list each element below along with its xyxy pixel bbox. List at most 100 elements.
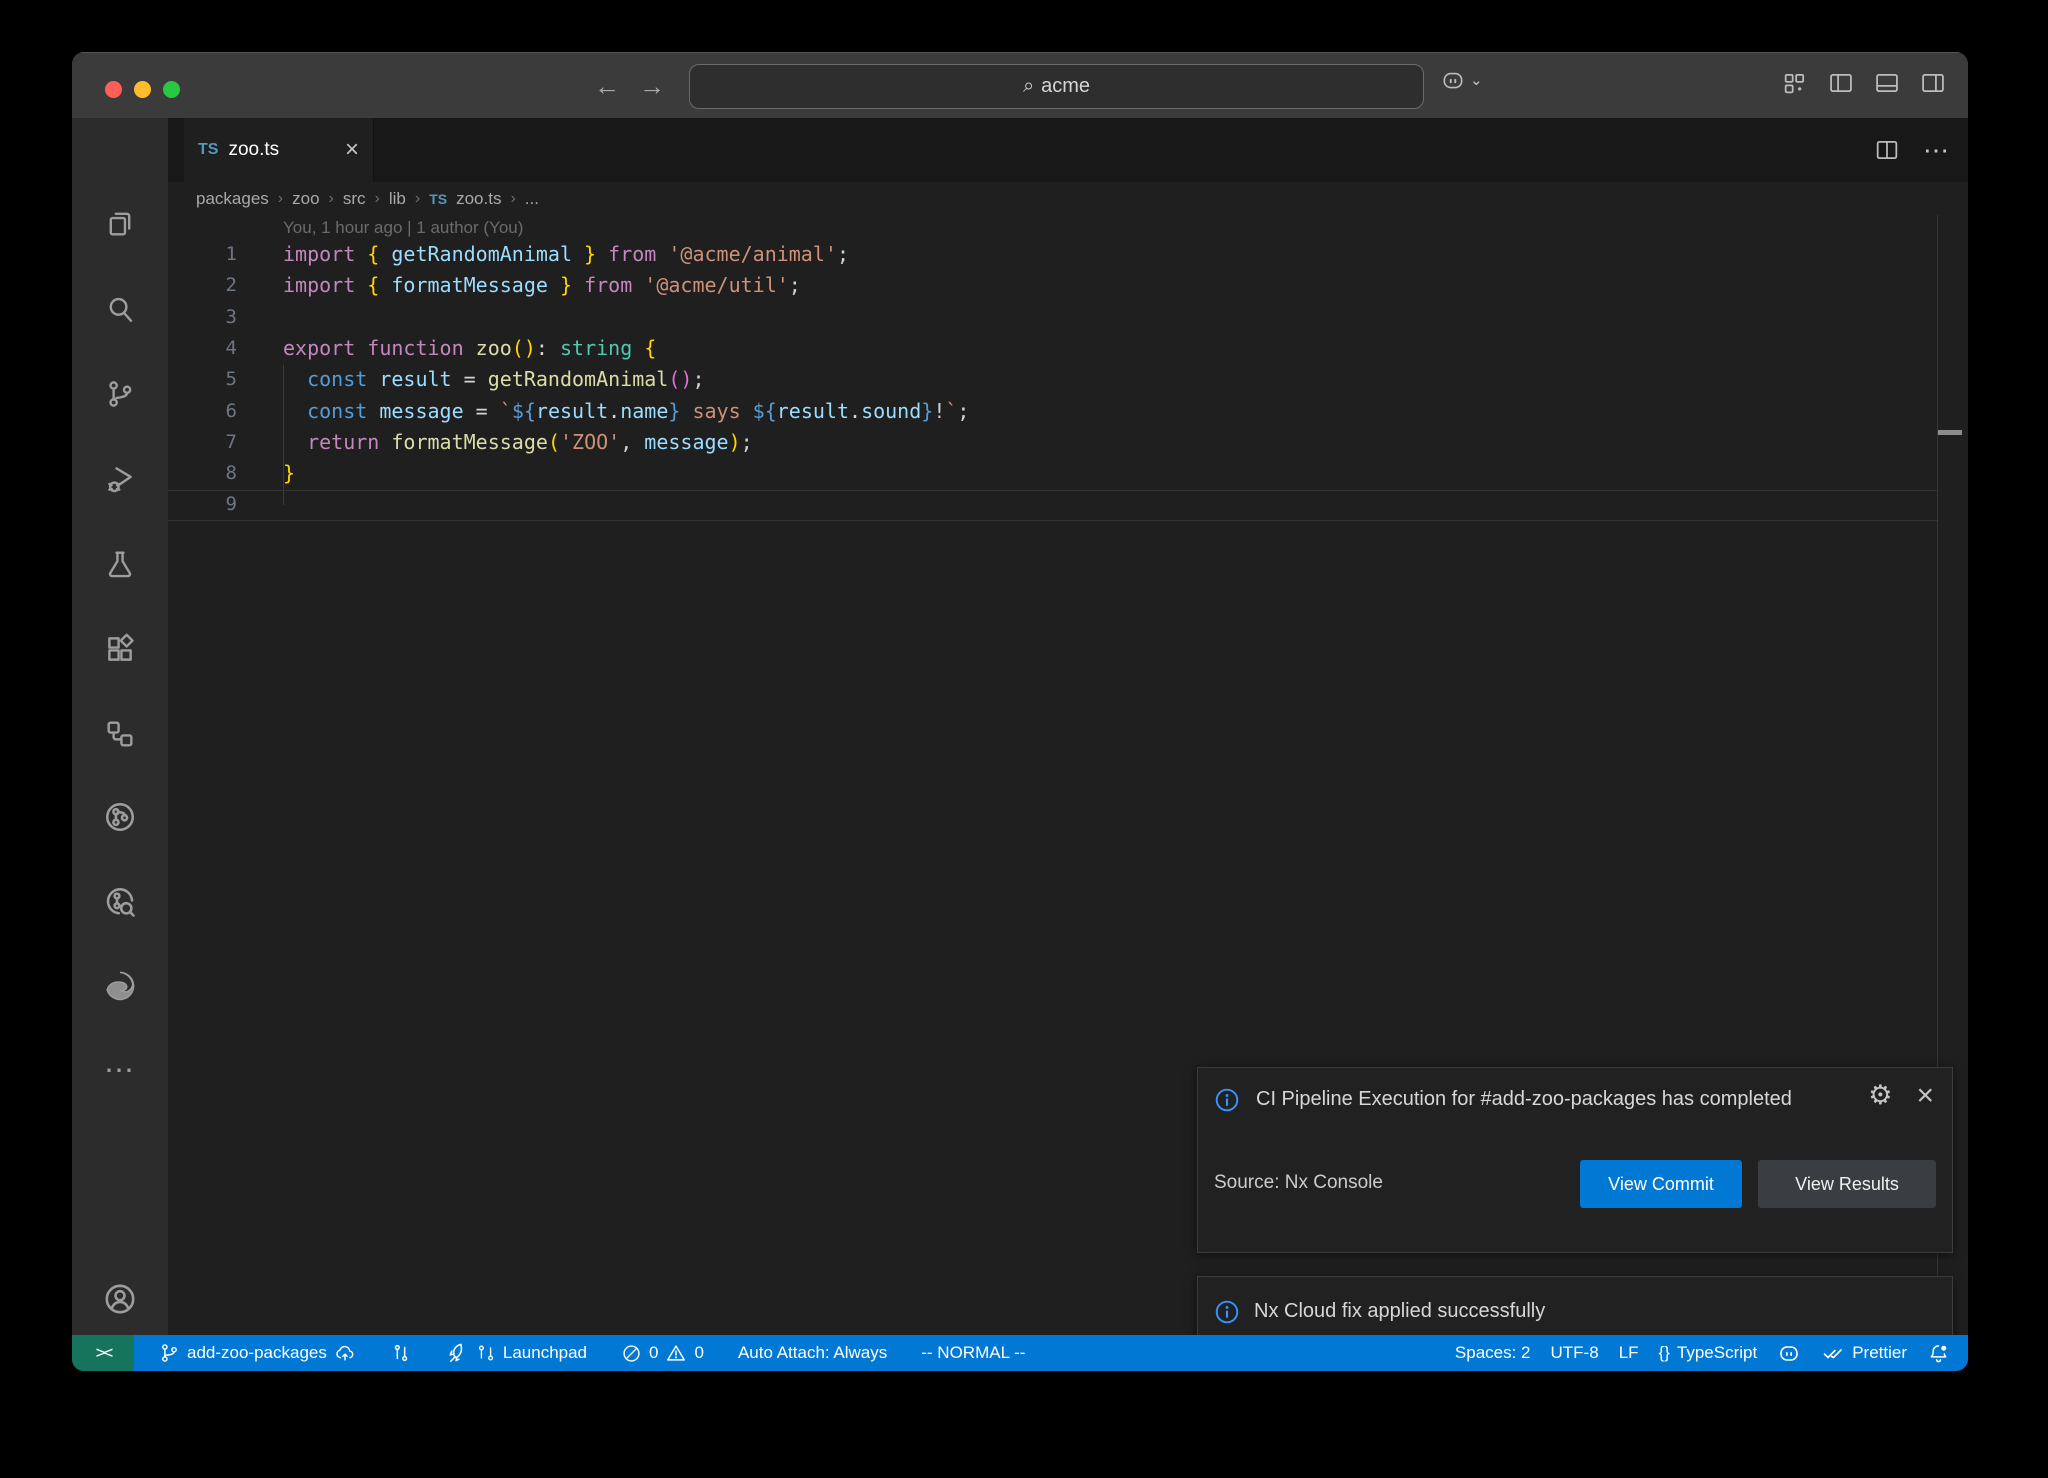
language-status-item[interactable]: {} TypeScript	[1649, 1335, 1768, 1371]
notifications-bell[interactable]	[1917, 1335, 1960, 1371]
info-icon	[1214, 1087, 1240, 1113]
double-check-icon	[1821, 1341, 1845, 1365]
line-number[interactable]: 7	[168, 427, 237, 458]
breadcrumb-separator: ›	[510, 190, 515, 208]
breadcrumb: packages › zoo › src › lib › TS zoo.ts ›…	[168, 182, 1968, 215]
gitlens-icon	[102, 799, 138, 835]
editor-more-actions-icon[interactable]: ⋯	[1923, 135, 1950, 166]
copilot-icon	[1777, 1341, 1801, 1365]
breadcrumb-separator: ›	[278, 190, 283, 208]
sidebar-item-additional-views[interactable]: ⋯	[72, 1045, 168, 1095]
line-number[interactable]: 4	[168, 333, 237, 364]
macos-close-button[interactable]	[105, 81, 122, 98]
eol-label: LF	[1619, 1343, 1639, 1363]
launchpad-status-item[interactable]: Launchpad	[436, 1335, 597, 1371]
code-line[interactable]	[283, 302, 1968, 333]
auto-attach-status-item[interactable]: Auto Attach: Always	[728, 1335, 897, 1371]
tab-close-icon[interactable]: ×	[345, 138, 359, 162]
problems-status-item[interactable]: 0 0	[611, 1335, 714, 1371]
prettier-status-item[interactable]: Prettier	[1811, 1335, 1917, 1371]
line-number[interactable]: 8	[168, 458, 237, 489]
more-icon: ⋯	[104, 1053, 136, 1088]
rocket-icon	[446, 1342, 469, 1365]
notification-source: Source: Nx Console	[1214, 1172, 1383, 1194]
sidebar-item-testing[interactable]	[72, 539, 168, 589]
toggle-primary-sidebar-icon[interactable]	[1826, 69, 1856, 97]
command-center-search[interactable]: ⌕ acme	[689, 64, 1424, 109]
line-number[interactable]: 6	[168, 396, 237, 427]
sidebar-item-explorer[interactable]	[72, 198, 168, 248]
sidebar-item-gitlens[interactable]	[72, 792, 168, 842]
spaces-label: Spaces: 2	[1455, 1343, 1531, 1363]
code-line[interactable]: const result = getRandomAnimal();	[283, 364, 1968, 395]
customize-layout-icon[interactable]	[1780, 69, 1810, 97]
vim-mode-status-item[interactable]: -- NORMAL --	[911, 1335, 1035, 1371]
breadcrumb-item[interactable]: packages	[196, 189, 269, 209]
breadcrumb-item[interactable]: lib	[389, 189, 406, 209]
code-line[interactable]: import { formatMessage } from '@acme/uti…	[283, 270, 1968, 301]
code-line[interactable]: import { getRandomAnimal } from '@acme/a…	[283, 239, 1968, 270]
gitlens-blame-annotation: You, 1 hour ago | 1 author (You)	[283, 218, 523, 238]
sidebar-item-edge-tools[interactable]	[72, 961, 168, 1011]
notification-settings-icon[interactable]: ⚙	[1868, 1080, 1892, 1111]
breadcrumb-separator: ›	[375, 190, 380, 208]
code-line[interactable]: return formatMessage('ZOO', message);	[283, 427, 1968, 458]
breadcrumb-item-file[interactable]: zoo.ts	[456, 189, 501, 209]
encoding-status-item[interactable]: UTF-8	[1541, 1335, 1609, 1371]
sidebar-item-nx-console[interactable]	[72, 709, 168, 759]
copilot-menu[interactable]: ⌄	[1440, 67, 1483, 93]
line-number[interactable]: 3	[168, 302, 237, 333]
title-bar: ← → ⌕ acme ⌄	[72, 52, 1968, 118]
commit-graph-status-item[interactable]	[380, 1335, 422, 1371]
notification-toast-ci-pipeline: CI Pipeline Execution for #add-zoo-packa…	[1197, 1067, 1953, 1253]
sidebar-item-source-control[interactable]	[72, 369, 168, 419]
tab-label: zoo.ts	[228, 139, 279, 161]
line-number[interactable]: 2	[168, 270, 237, 301]
accounts-button[interactable]	[72, 1274, 168, 1324]
search-icon: ⌕	[1023, 75, 1034, 98]
copilot-status-item[interactable]	[1767, 1335, 1811, 1371]
branch-compare-icon	[476, 1343, 496, 1363]
sidebar-item-extensions[interactable]	[72, 624, 168, 674]
code-line[interactable]: const message = `${result.name} says ${r…	[283, 396, 1968, 427]
sidebar-item-gitlens-inspect[interactable]	[72, 877, 168, 927]
view-commit-button[interactable]: View Commit	[1580, 1160, 1742, 1208]
breadcrumb-item[interactable]: src	[343, 189, 366, 209]
tab-zoo-ts[interactable]: TS zoo.ts ×	[184, 118, 374, 182]
breadcrumb-item[interactable]: zoo	[292, 189, 319, 209]
files-icon	[103, 206, 137, 240]
toggle-secondary-sidebar-icon[interactable]	[1918, 69, 1948, 97]
error-count: 0	[649, 1343, 658, 1363]
indentation-status-item[interactable]: Spaces: 2	[1445, 1335, 1541, 1371]
line-number[interactable]: 5	[168, 364, 237, 395]
git-branch-icon	[158, 1342, 180, 1364]
code-line[interactable]: }	[283, 458, 1968, 489]
branch-status-item[interactable]: add-zoo-packages	[148, 1335, 366, 1371]
commit-graph-icon	[390, 1342, 412, 1364]
breadcrumb-item-symbol[interactable]: ...	[525, 189, 539, 209]
sidebar-item-run-debug[interactable]	[72, 454, 168, 504]
split-editor-icon[interactable]	[1873, 136, 1901, 164]
remote-indicator[interactable]: ><	[72, 1335, 134, 1371]
cloud-upload-icon	[334, 1342, 356, 1364]
macos-zoom-button[interactable]	[163, 81, 180, 98]
view-results-button[interactable]: View Results	[1758, 1160, 1936, 1208]
warning-icon	[665, 1342, 687, 1364]
macos-minimize-button[interactable]	[134, 81, 151, 98]
breadcrumb-separator: ›	[415, 190, 420, 208]
connected-boxes-icon	[103, 717, 137, 751]
edge-browser-icon	[102, 968, 138, 1004]
line-number[interactable]: 1	[168, 239, 237, 270]
toggle-panel-icon[interactable]	[1872, 69, 1902, 97]
chevron-down-icon: ⌄	[1470, 71, 1483, 89]
sidebar-item-search[interactable]	[72, 284, 168, 334]
notification-message: CI Pipeline Execution for #add-zoo-packa…	[1256, 1084, 1896, 1114]
indent-guide	[283, 365, 284, 505]
forward-button[interactable]: →	[635, 71, 669, 102]
code-line[interactable]: export function zoo(): string {	[283, 333, 1968, 364]
warning-count: 0	[694, 1343, 703, 1363]
notification-close-icon[interactable]: ×	[1916, 1081, 1934, 1111]
eol-status-item[interactable]: LF	[1609, 1335, 1649, 1371]
back-button[interactable]: ←	[590, 71, 624, 102]
error-icon	[621, 1343, 642, 1364]
